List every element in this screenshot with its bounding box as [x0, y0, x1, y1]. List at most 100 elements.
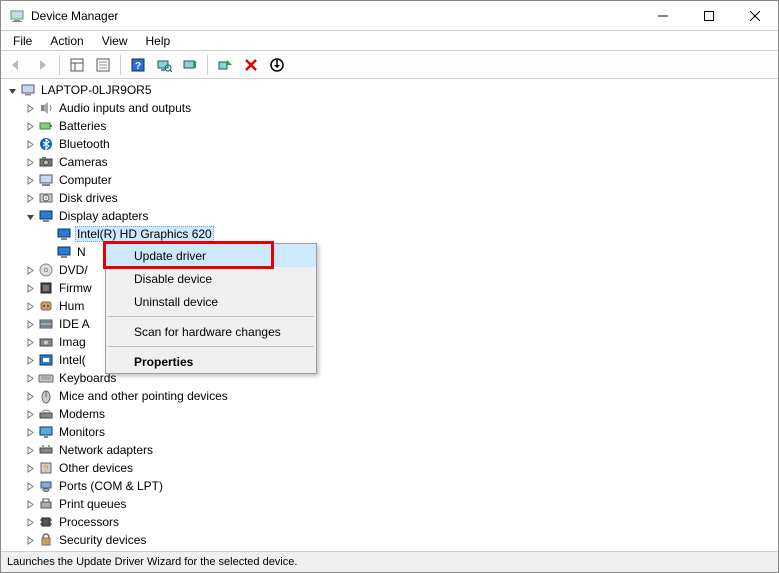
context-menu-item[interactable]: Properties — [106, 350, 316, 373]
speaker-icon — [38, 100, 54, 116]
tree-row[interactable]: Ports (COM & LPT) — [5, 477, 778, 495]
window-buttons — [640, 1, 778, 30]
uninstall-button[interactable] — [240, 54, 262, 76]
menu-help[interactable]: Help — [138, 33, 179, 49]
display-icon — [56, 226, 72, 242]
tree-row[interactable]: Bluetooth — [5, 135, 778, 153]
tree-row[interactable]: Mice and other pointing devices — [5, 387, 778, 405]
keyboard-icon — [38, 370, 54, 386]
tree-item-label: Network adapters — [57, 443, 155, 457]
tree-item-label: Imag — [57, 335, 88, 349]
tree-item-label: Bluetooth — [57, 137, 112, 151]
expand-icon[interactable] — [23, 407, 37, 421]
tree-row[interactable]: Display adapters — [5, 207, 778, 225]
tree-row[interactable]: Audio inputs and outputs — [5, 99, 778, 117]
titlebar: Device Manager — [1, 1, 778, 31]
tree-row[interactable]: Computer — [5, 171, 778, 189]
menu-file[interactable]: File — [5, 33, 40, 49]
tree-item-label: Cameras — [57, 155, 110, 169]
toolbar-separator — [207, 55, 208, 75]
tree-row[interactable]: Monitors — [5, 423, 778, 441]
context-menu-item[interactable]: Uninstall device — [106, 290, 316, 313]
dvd-icon — [38, 262, 54, 278]
tree-item-label: Intel( — [57, 353, 88, 367]
menu-view[interactable]: View — [94, 33, 136, 49]
tree-item-label: LAPTOP-0LJR9OR5 — [39, 83, 154, 97]
expand-icon[interactable] — [23, 191, 37, 205]
tree-item-label: Ports (COM & LPT) — [57, 479, 165, 493]
ide-icon — [38, 316, 54, 332]
forward-button[interactable] — [31, 54, 53, 76]
expand-icon[interactable] — [23, 281, 37, 295]
tree-row[interactable]: Disk drives — [5, 189, 778, 207]
tree-item-label: Mice and other pointing devices — [57, 389, 230, 403]
minimize-button[interactable] — [640, 1, 686, 30]
expand-icon[interactable] — [23, 443, 37, 457]
tree-row[interactable]: Modems — [5, 405, 778, 423]
context-menu-item[interactable]: Update driver — [106, 244, 316, 267]
tree-item-label: Processors — [57, 515, 121, 529]
tree-row[interactable]: Batteries — [5, 117, 778, 135]
tree-row[interactable]: Intel(R) HD Graphics 620 — [5, 225, 778, 243]
close-button[interactable] — [732, 1, 778, 30]
context-menu-item[interactable]: Disable device — [106, 267, 316, 290]
expand-icon[interactable] — [23, 479, 37, 493]
tree-item-label: N — [75, 245, 88, 259]
security-icon — [38, 532, 54, 548]
tree-item-label: Monitors — [57, 425, 107, 439]
tree-item-label: Other devices — [57, 461, 135, 475]
display-icon — [56, 244, 72, 260]
back-button[interactable] — [5, 54, 27, 76]
expand-icon[interactable] — [23, 371, 37, 385]
expand-icon[interactable] — [23, 353, 37, 367]
tree-row[interactable]: Security devices — [5, 531, 778, 549]
display-icon — [38, 208, 54, 224]
tree-item-label: Batteries — [57, 119, 108, 133]
enable-device-button[interactable] — [214, 54, 236, 76]
properties-button[interactable] — [92, 54, 114, 76]
tree-row[interactable]: Print queues — [5, 495, 778, 513]
window-title: Device Manager — [31, 9, 640, 23]
disable-device-button[interactable] — [266, 54, 288, 76]
expand-icon[interactable] — [23, 263, 37, 277]
toolbar: ? — [1, 51, 778, 79]
printer-icon — [38, 496, 54, 512]
tree-row[interactable]: Cameras — [5, 153, 778, 171]
context-menu-item[interactable]: Scan for hardware changes — [106, 320, 316, 343]
scan-hardware-button[interactable] — [153, 54, 175, 76]
imaging-icon — [38, 334, 54, 350]
collapse-icon[interactable] — [5, 83, 19, 97]
expand-icon[interactable] — [23, 119, 37, 133]
show-hide-tree-button[interactable] — [66, 54, 88, 76]
expand-icon[interactable] — [23, 425, 37, 439]
expand-icon[interactable] — [23, 317, 37, 331]
camera-icon — [38, 154, 54, 170]
expand-icon[interactable] — [23, 533, 37, 547]
hid-icon — [38, 298, 54, 314]
expand-icon[interactable] — [23, 497, 37, 511]
expand-icon[interactable] — [23, 335, 37, 349]
expand-icon[interactable] — [23, 299, 37, 313]
update-driver-button[interactable] — [179, 54, 201, 76]
maximize-button[interactable] — [686, 1, 732, 30]
expand-icon[interactable] — [23, 155, 37, 169]
port-icon — [38, 478, 54, 494]
expand-icon[interactable] — [23, 137, 37, 151]
expand-icon[interactable] — [23, 101, 37, 115]
tree-pane: LAPTOP-0LJR9OR5 Audio inputs and outputs B… — [1, 79, 778, 552]
expand-icon[interactable] — [23, 461, 37, 475]
svg-text:?: ? — [135, 61, 141, 72]
tree-row[interactable]: LAPTOP-0LJR9OR5 — [5, 81, 778, 99]
collapse-icon[interactable] — [23, 209, 37, 223]
tree-row[interactable]: Processors — [5, 513, 778, 531]
expand-icon[interactable] — [23, 173, 37, 187]
menu-action[interactable]: Action — [42, 33, 91, 49]
tree-item-label: Computer — [57, 173, 114, 187]
tree-row[interactable]: Network adapters — [5, 441, 778, 459]
tree-row[interactable]: ?Other devices — [5, 459, 778, 477]
expand-icon[interactable] — [23, 389, 37, 403]
firmware-icon — [38, 280, 54, 296]
help-button[interactable]: ? — [127, 54, 149, 76]
expand-icon[interactable] — [23, 515, 37, 529]
status-bar: Launches the Update Driver Wizard for th… — [1, 552, 778, 572]
